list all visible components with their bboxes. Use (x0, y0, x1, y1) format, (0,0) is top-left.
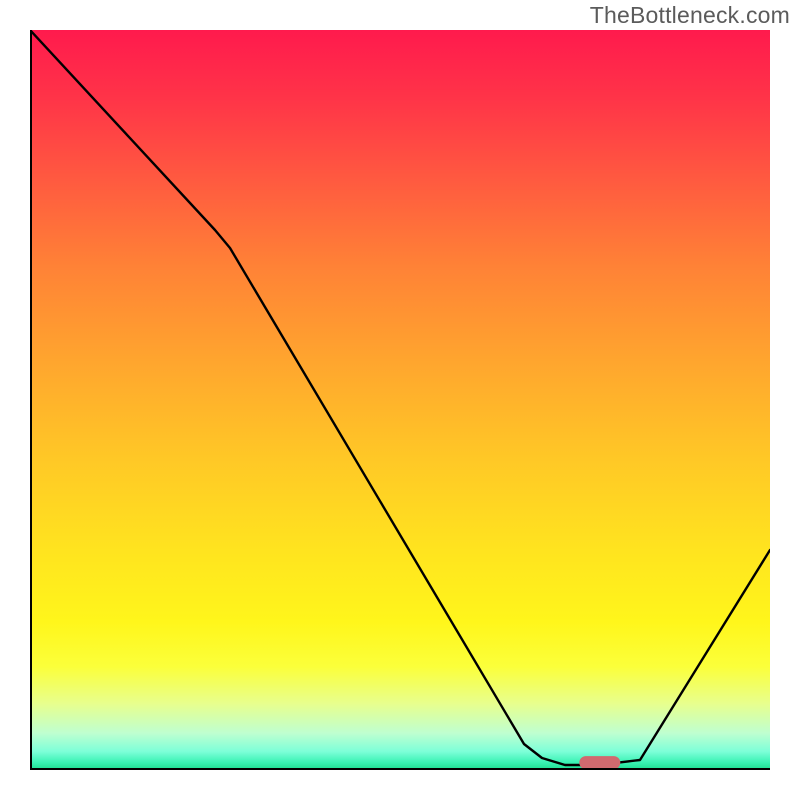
bottleneck-curve (30, 30, 770, 765)
x-axis-line (30, 768, 770, 770)
optimal-marker (580, 757, 620, 769)
plot-area (30, 30, 770, 770)
curve-layer (30, 30, 770, 770)
watermark-text: TheBottleneck.com (590, 2, 790, 29)
y-axis-line (30, 30, 32, 770)
chart-container: TheBottleneck.com (0, 0, 800, 800)
